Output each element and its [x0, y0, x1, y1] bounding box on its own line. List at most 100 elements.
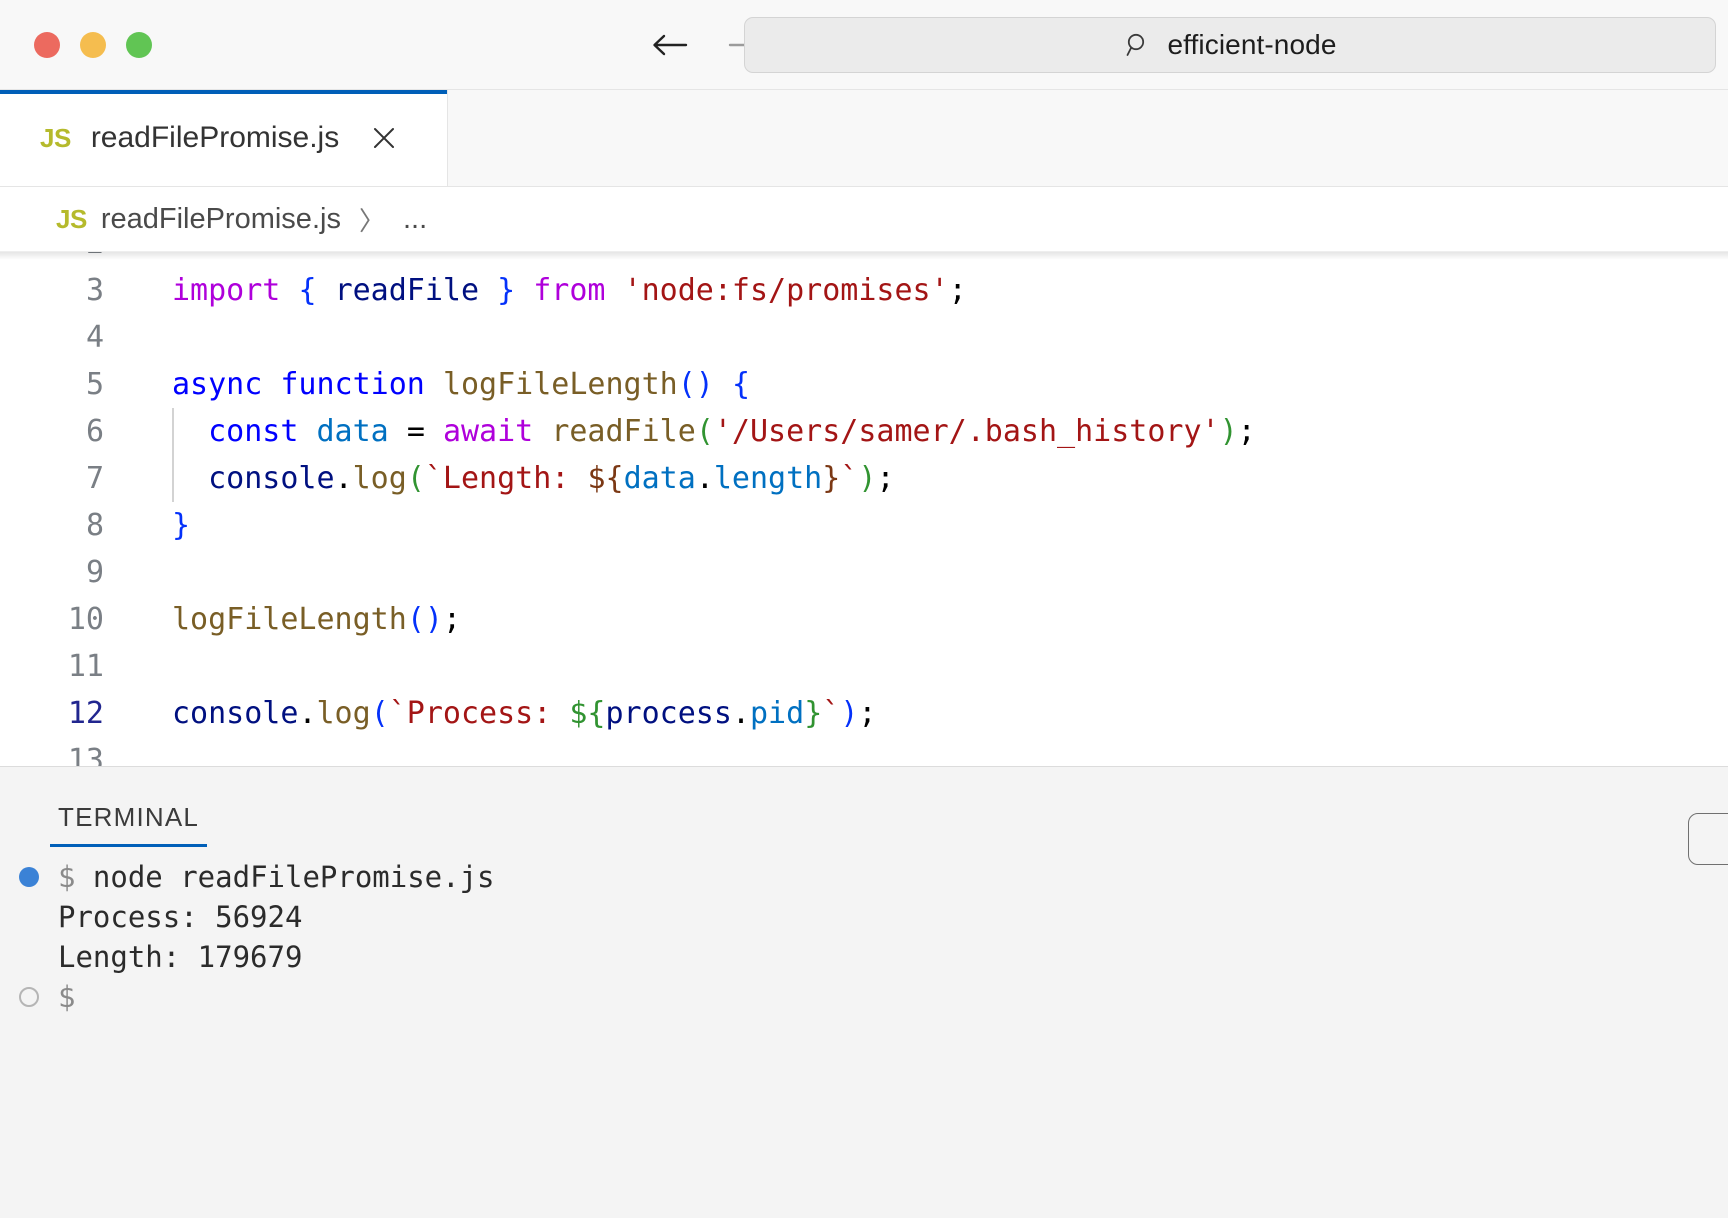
- search-icon: [1127, 33, 1145, 56]
- line-number: 9: [85, 555, 104, 590]
- code-line[interactable]: 4: [0, 314, 1728, 361]
- breadcrumb-file[interactable]: readFilePromise.js: [101, 203, 341, 236]
- command-center-search[interactable]: efficient-node: [744, 16, 1716, 73]
- code-line[interactable]: 2: [0, 252, 1728, 267]
- code-line-text: const data = await readFile('/Users/same…: [128, 408, 1728, 455]
- shell-prompt-symbol: $: [58, 860, 76, 894]
- code-token: async: [172, 367, 263, 402]
- code-token: log: [316, 696, 371, 731]
- terminal-line-text: $ node readFilePromise.js: [58, 857, 495, 897]
- line-number: 10: [67, 602, 104, 637]
- terminal-output[interactable]: $ node readFilePromise.js Process: 56924 L…: [0, 847, 1728, 1218]
- terminal-line: $ node readFilePromise.js: [0, 857, 1728, 897]
- code-token: readFile: [334, 273, 480, 308]
- editor-tab-readfilepromise[interactable]: JS readFilePromise.js: [0, 90, 448, 186]
- shell-prompt-symbol: $: [58, 980, 76, 1014]
- terminal-output-text: Process: 56924: [58, 900, 303, 934]
- code-line[interactable]: 11: [0, 643, 1728, 690]
- editor-tab-strip: JS readFilePromise.js: [0, 90, 1728, 187]
- terminal-line-text: $: [58, 977, 75, 1017]
- code-token: (): [406, 602, 443, 637]
- command-success-dot-icon: [19, 867, 39, 887]
- traffic-lights: [34, 31, 152, 58]
- code-token: }: [822, 461, 841, 496]
- line-number: 6: [85, 414, 104, 449]
- indent-guide: [172, 408, 174, 502]
- code-token: {: [298, 273, 317, 308]
- code-token: =: [406, 414, 425, 449]
- code-token: '/Users/samer/.bash_history': [713, 414, 1220, 449]
- terminal-line: $: [0, 977, 1728, 1017]
- title-bar: efficient-node: [0, 0, 1728, 90]
- panel-header: TERMINAL: [0, 767, 1728, 865]
- code-line-text: logFileLength();: [128, 596, 1728, 643]
- code-line[interactable]: 13: [0, 737, 1728, 766]
- code-token: ${: [587, 461, 624, 496]
- code-token: ;: [442, 602, 461, 637]
- code-token: ${: [569, 696, 606, 731]
- chevron-right-icon: 〉: [358, 205, 385, 236]
- breadcrumb-more[interactable]: ...: [403, 203, 427, 236]
- code-line[interactable]: 3 import { readFile } from 'node:fs/promi…: [0, 267, 1728, 314]
- code-line[interactable]: 8}: [0, 502, 1728, 549]
- code-token: function: [280, 367, 425, 402]
- code-line[interactable]: 10 logFileLength();: [0, 596, 1728, 643]
- line-number: 5: [85, 367, 104, 402]
- code-token: ;: [1237, 414, 1256, 449]
- close-tab-button[interactable]: [367, 121, 401, 155]
- code-token: const: [208, 414, 299, 449]
- code-token: ): [1219, 414, 1238, 449]
- code-line[interactable]: 12 console.log(`Process: ${process.pid}`)…: [0, 690, 1728, 737]
- js-file-icon: JS: [40, 122, 71, 153]
- code-line-text: console.log(`Length: ${data.length}`);: [128, 455, 1728, 502]
- terminal-command: node readFilePromise.js: [75, 860, 495, 894]
- code-line[interactable]: 5 async function logFileLength() {: [0, 361, 1728, 408]
- code-token: logFileLength: [172, 602, 407, 637]
- panel-corner-action-button[interactable]: [1688, 813, 1728, 865]
- terminal-line-text: Process: 56924: [58, 897, 302, 937]
- code-line-text: import { readFile } from 'node:fs/promis…: [128, 267, 1728, 314]
- code-line[interactable]: 7 console.log(`Length: ${data.length}`);: [0, 455, 1728, 502]
- code-token: {: [731, 367, 750, 402]
- line-number: 13: [67, 743, 104, 766]
- code-token: (): [677, 367, 714, 402]
- code-token: from: [533, 273, 606, 308]
- code-editor[interactable]: 2 3 import { readFile } from 'node:fs/prom…: [0, 251, 1728, 766]
- code-line[interactable]: 9: [0, 549, 1728, 596]
- code-token: length: [713, 461, 823, 496]
- code-token: }: [804, 696, 823, 731]
- minimize-window-button[interactable]: [80, 31, 106, 58]
- tab-strip-empty-area: [448, 90, 1728, 186]
- close-window-button[interactable]: [34, 31, 60, 58]
- terminal-command-marker: [0, 867, 58, 887]
- code-token: console: [208, 461, 335, 496]
- tab-terminal[interactable]: TERMINAL: [50, 802, 208, 847]
- code-token: ): [858, 461, 877, 496]
- code-token: logFileLength: [442, 367, 678, 402]
- code-token: log: [352, 461, 407, 496]
- code-token: .: [334, 461, 353, 496]
- code-token: (: [370, 696, 389, 731]
- maximize-window-button[interactable]: [126, 31, 152, 58]
- code-token: (: [695, 414, 714, 449]
- breadcrumb: JS readFilePromise.js 〉 ...: [0, 187, 1728, 251]
- arrow-left-icon: [653, 34, 688, 55]
- terminal-line: Length: 179679: [0, 937, 1728, 977]
- breadcrumb-js-icon: JS: [56, 203, 87, 234]
- back-button[interactable]: [650, 25, 690, 65]
- code-token: `Process:: [388, 696, 570, 731]
- command-pending-dot-icon: [19, 987, 39, 1007]
- code-token: .: [731, 696, 750, 731]
- code-content[interactable]: 2 3 import { readFile } from 'node:fs/prom…: [0, 252, 1728, 766]
- code-line[interactable]: 6 const data = await readFile('/Users/sa…: [0, 408, 1728, 455]
